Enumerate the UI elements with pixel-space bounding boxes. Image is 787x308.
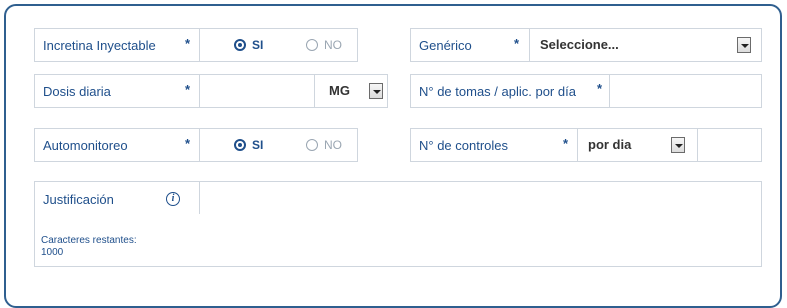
controles-input[interactable]: [698, 129, 761, 161]
chevron-down-icon[interactable]: [671, 137, 685, 153]
automonitoreo-label: Automonitoreo: [43, 138, 128, 153]
required-marker: *: [185, 36, 191, 51]
info-icon[interactable]: i: [166, 192, 180, 206]
incretina-field: Incretina Inyectable * SI NO: [34, 28, 358, 62]
incretina-no-radio[interactable]: [306, 39, 318, 51]
generico-field: Genérico * Seleccione...: [410, 28, 762, 62]
incretina-si-radio[interactable]: [234, 39, 246, 51]
automonitoreo-si-label[interactable]: SI: [252, 138, 263, 152]
remaining-count: 1000: [41, 247, 64, 258]
tomas-label: N° de tomas / aplic. por día: [419, 84, 576, 99]
chevron-down-icon[interactable]: [369, 83, 383, 99]
dosis-label: Dosis diaria: [43, 84, 111, 99]
unit-select-value: MG: [329, 83, 350, 98]
controles-field: N° de controles * por dia: [410, 128, 762, 162]
tomas-field: N° de tomas / aplic. por día *: [410, 74, 762, 108]
incretina-label: Incretina Inyectable: [43, 38, 156, 53]
automonitoreo-field: Automonitoreo * SI NO: [34, 128, 358, 162]
remaining-label: Caracteres restantes:: [41, 235, 137, 246]
automonitoreo-si-radio[interactable]: [234, 139, 246, 151]
required-marker: *: [597, 81, 603, 96]
unit-select[interactable]: MG: [315, 75, 387, 107]
dosis-input[interactable]: [200, 75, 313, 107]
frequency-select-value: por dia: [588, 137, 632, 152]
required-marker: *: [563, 136, 569, 151]
generico-label: Genérico: [419, 38, 472, 53]
tomas-input[interactable]: [610, 75, 761, 107]
required-marker: *: [185, 136, 191, 151]
justificacion-textarea[interactable]: [200, 182, 761, 266]
divider: [199, 29, 200, 61]
automonitoreo-no-radio[interactable]: [306, 139, 318, 151]
justificacion-label: Justificación: [43, 192, 114, 207]
controles-label: N° de controles: [419, 138, 509, 153]
automonitoreo-no-label[interactable]: NO: [324, 138, 342, 152]
required-marker: *: [514, 36, 520, 51]
divider: [199, 129, 200, 161]
chevron-down-icon[interactable]: [737, 37, 751, 53]
justificacion-field: Justificación i Caracteres restantes: 10…: [34, 181, 762, 267]
generico-select-value: Seleccione...: [540, 37, 619, 52]
generico-select[interactable]: Seleccione...: [530, 29, 761, 61]
required-marker: *: [185, 82, 191, 97]
incretina-no-label[interactable]: NO: [324, 38, 342, 52]
dosis-field: Dosis diaria * MG: [34, 74, 388, 108]
frequency-select[interactable]: por dia: [578, 129, 697, 161]
incretina-si-label[interactable]: SI: [252, 38, 263, 52]
